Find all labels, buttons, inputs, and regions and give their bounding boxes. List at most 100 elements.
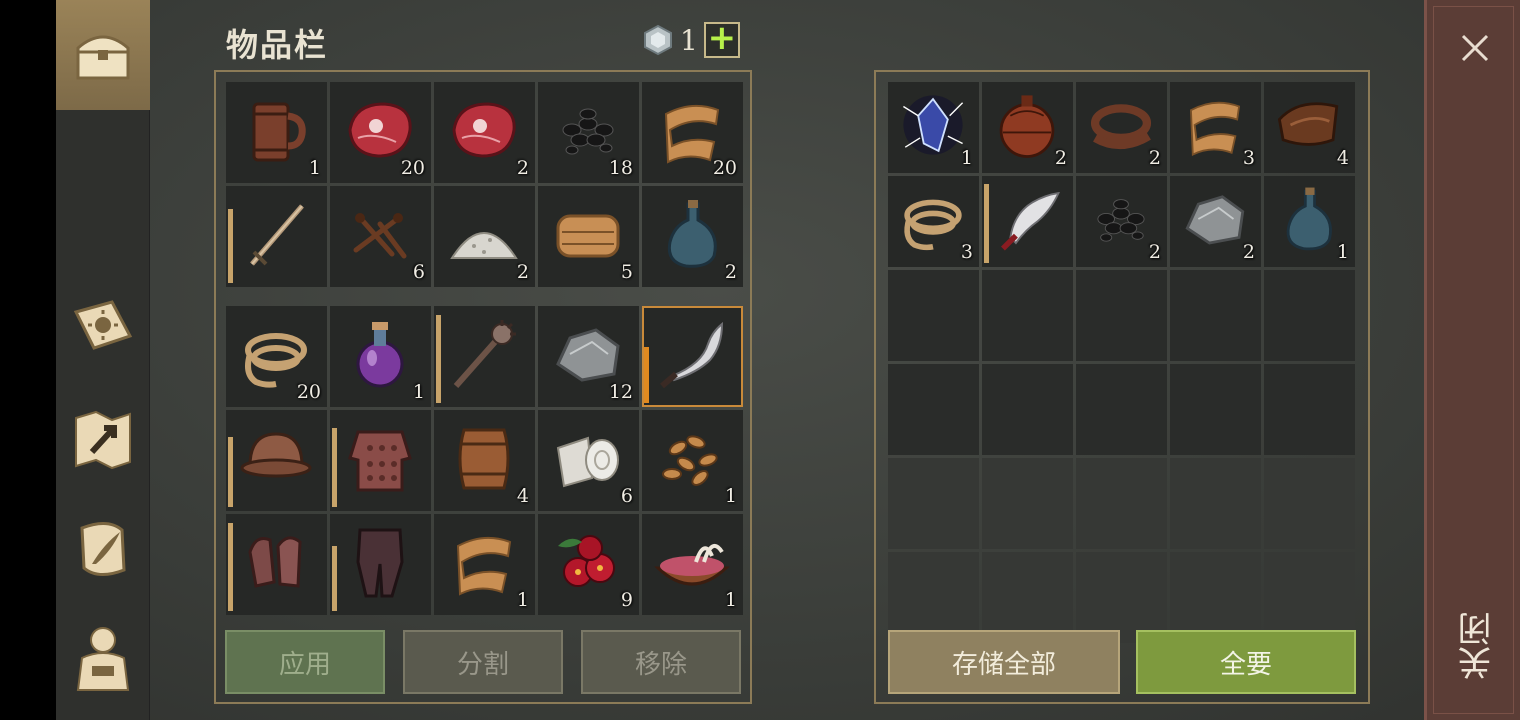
item-slot[interactable]: 6	[330, 186, 431, 287]
item-slot[interactable]: 20	[330, 82, 431, 183]
inventory-grid-top: 1 20 2 18 20 6 2 5 2	[226, 82, 743, 287]
item-slot[interactable]: 1	[434, 514, 535, 615]
empty-slot[interactable]	[1076, 270, 1167, 361]
item-count: 18	[608, 157, 633, 179]
empty-slot[interactable]	[1076, 364, 1167, 455]
close-label[interactable]: 关闭	[1453, 612, 1498, 680]
stone-icon	[1185, 195, 1245, 245]
item-slot[interactable]	[330, 514, 431, 615]
add-currency-button[interactable]: +	[703, 21, 740, 58]
scroll-quill-icon[interactable]	[66, 514, 140, 584]
chest-icon[interactable]	[66, 20, 140, 90]
item-slot[interactable]	[434, 306, 535, 407]
item-slot[interactable]: 9	[538, 514, 639, 615]
empty-slot[interactable]	[1170, 364, 1261, 455]
item-slot[interactable]: 6	[538, 410, 639, 511]
item-slot[interactable]	[226, 410, 327, 511]
item-count: 6	[412, 261, 425, 283]
item-count: 2	[516, 261, 529, 283]
empty-slot[interactable]	[982, 458, 1073, 549]
item-slot[interactable]: 20	[642, 82, 743, 183]
item-slot[interactable]	[226, 186, 327, 287]
close-panel[interactable]: 关闭	[1424, 0, 1520, 720]
cloth-scrap-icon	[456, 536, 512, 596]
item-count: 20	[296, 381, 321, 403]
item-slot[interactable]	[982, 176, 1073, 267]
item-slot[interactable]: 1	[226, 82, 327, 183]
item-count: 1	[1336, 241, 1349, 263]
close-icon[interactable]	[1457, 30, 1493, 66]
item-slot[interactable]: 2	[434, 186, 535, 287]
gloves-icon	[248, 536, 302, 588]
item-slot[interactable]: 4	[1264, 82, 1355, 173]
item-slot[interactable]: 1	[330, 306, 431, 407]
store-all-button[interactable]: 存储全部	[888, 630, 1120, 694]
empty-slot[interactable]	[888, 270, 979, 361]
potion-icon	[356, 322, 404, 388]
empty-slot[interactable]	[1264, 364, 1355, 455]
item-slot[interactable]: 3	[1170, 82, 1261, 173]
leggings-icon	[356, 528, 404, 598]
item-slot[interactable]: 2	[1076, 82, 1167, 173]
item-slot[interactable]: 4	[434, 410, 535, 511]
empty-slot[interactable]	[1264, 270, 1355, 361]
sun-book-icon[interactable]	[66, 292, 140, 362]
sword-icon	[250, 204, 304, 266]
empty-slot[interactable]	[888, 458, 979, 549]
item-count: 2	[516, 157, 529, 179]
empty-slot[interactable]	[1076, 458, 1167, 549]
character-icon[interactable]	[66, 622, 140, 692]
crystal-icon	[903, 95, 964, 155]
empty-slot[interactable]	[982, 270, 1073, 361]
durability-bar	[984, 184, 989, 263]
item-count: 1	[412, 381, 425, 403]
barrel-icon	[458, 428, 510, 490]
item-count: 3	[960, 241, 973, 263]
durability-bar	[228, 523, 233, 611]
salt-icon	[450, 232, 518, 259]
coal-icon	[1097, 199, 1145, 242]
split-button[interactable]: 分割	[403, 630, 563, 694]
item-slot[interactable]: 20	[226, 306, 327, 407]
berries-icon	[558, 535, 615, 587]
item-slot[interactable]: 2	[1170, 176, 1261, 267]
durability-bar	[332, 428, 337, 507]
item-slot[interactable]: 18	[538, 82, 639, 183]
item-slot[interactable]: 2	[642, 186, 743, 287]
item-slot[interactable]: 1	[642, 410, 743, 511]
apply-button[interactable]: 应用	[225, 630, 385, 694]
item-count: 12	[608, 381, 633, 403]
item-slot[interactable]	[330, 410, 431, 511]
map-icon[interactable]	[66, 404, 140, 474]
chainmail-icon	[348, 430, 412, 492]
empty-slot[interactable]	[1170, 458, 1261, 549]
raw-meat-icon	[452, 102, 516, 158]
durability-bar	[436, 315, 441, 403]
item-count: 3	[1242, 147, 1255, 169]
item-count: 2	[1054, 147, 1067, 169]
item-slot[interactable]: 2	[1076, 176, 1167, 267]
take-all-button[interactable]: 全要	[1136, 630, 1356, 694]
item-slot[interactable]: 2	[434, 82, 535, 183]
item-slot[interactable]	[642, 306, 743, 407]
item-slot[interactable]: 2	[982, 82, 1073, 173]
item-slot[interactable]: 1	[1264, 176, 1355, 267]
leather-strip-icon	[1090, 104, 1152, 150]
item-count: 4	[1336, 147, 1349, 169]
remove-button[interactable]: 移除	[581, 630, 741, 694]
item-slot[interactable]: 3	[888, 176, 979, 267]
currency-display: 1 +	[642, 21, 740, 58]
item-count: 2	[1148, 241, 1161, 263]
inventory-screen: 物品栏 1 + 1 20 2 18 20 6 2 5 2 20 1 12 4 6 1 1 9 1 应用 分割 移…	[56, 0, 1520, 720]
empty-slot[interactable]	[1170, 270, 1261, 361]
item-slot[interactable]: 12	[538, 306, 639, 407]
item-slot[interactable]: 5	[538, 186, 639, 287]
item-slot[interactable]	[226, 514, 327, 615]
leather-flask-icon	[999, 95, 1055, 158]
storage-grid: 1 2 2 3 4 3 2 2 1	[888, 82, 1355, 643]
empty-slot[interactable]	[982, 364, 1073, 455]
empty-slot[interactable]	[888, 364, 979, 455]
empty-slot[interactable]	[1264, 458, 1355, 549]
item-slot[interactable]: 1	[642, 514, 743, 615]
item-slot[interactable]: 1	[888, 82, 979, 173]
